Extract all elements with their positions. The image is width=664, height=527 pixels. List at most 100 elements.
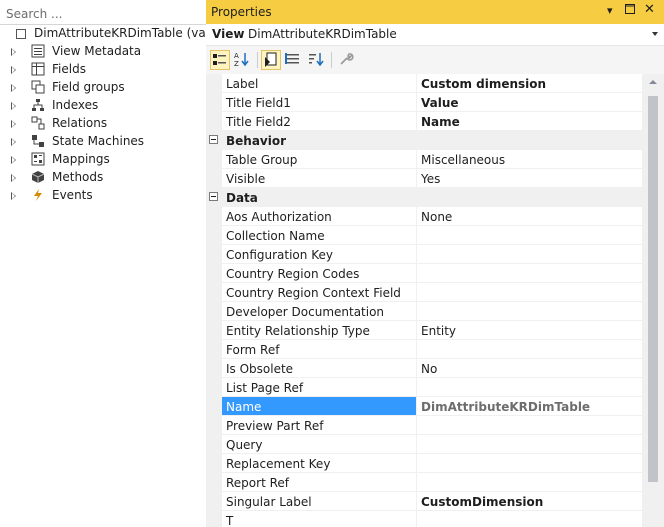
tree-node-indexes[interactable]: Indexes: [0, 96, 206, 114]
expand-arrow-icon[interactable]: [11, 120, 16, 128]
property-value-cell[interactable]: Value: [417, 93, 642, 112]
property-name-cell[interactable]: Aos Authorization: [222, 207, 417, 226]
expand-arrow-icon[interactable]: [11, 174, 16, 182]
property-value-cell[interactable]: DimAttributeKRDimTable: [417, 397, 642, 416]
category-behavior[interactable]: Behavior: [206, 131, 642, 150]
property-value-cell[interactable]: [417, 302, 642, 321]
property-value-cell[interactable]: Miscellaneous: [417, 150, 642, 169]
property-row-title-field2[interactable]: Title Field2 Name: [206, 112, 642, 131]
property-row-visible[interactable]: Visible Yes: [206, 169, 642, 188]
search-input[interactable]: Search ...: [0, 4, 206, 25]
property-name-cell[interactable]: Title Field2: [222, 112, 417, 131]
property-value-cell[interactable]: [417, 511, 642, 527]
property-value-cell[interactable]: Name: [417, 112, 642, 131]
property-row-developer-documentation[interactable]: Developer Documentation: [206, 302, 642, 321]
expand-arrow-icon[interactable]: [11, 156, 16, 164]
close-icon[interactable]: ✕: [644, 2, 655, 17]
property-value-cell[interactable]: Yes: [417, 169, 642, 188]
window-position-dropdown-icon[interactable]: ▾: [607, 4, 613, 17]
tree-node-field-groups[interactable]: Field groups: [0, 78, 206, 96]
tree-node-events[interactable]: Events: [0, 186, 206, 204]
property-name-cell[interactable]: Country Region Context Field: [222, 283, 417, 302]
property-row-query[interactable]: Query: [206, 435, 642, 454]
property-value-cell[interactable]: [417, 416, 642, 435]
property-row-t[interactable]: T: [206, 511, 642, 527]
tree-node-relations[interactable]: Relations: [0, 114, 206, 132]
property-value-cell[interactable]: [417, 340, 642, 359]
property-name-cell[interactable]: Visible: [222, 169, 417, 188]
property-value-cell[interactable]: [417, 435, 642, 454]
property-value-cell[interactable]: CustomDimension: [417, 492, 642, 511]
vertical-scrollbar[interactable]: [642, 74, 664, 527]
property-name-cell[interactable]: Report Ref: [222, 473, 417, 492]
property-value-cell[interactable]: [417, 473, 642, 492]
property-value-cell[interactable]: No: [417, 359, 642, 378]
property-value-cell[interactable]: Entity: [417, 321, 642, 340]
tree-node-mappings[interactable]: Mappings: [0, 150, 206, 168]
property-name-cell[interactable]: Collection Name: [222, 226, 417, 245]
collapse-icon[interactable]: [209, 192, 218, 201]
maximize-icon[interactable]: [625, 4, 635, 17]
tree-node-state-machines[interactable]: State Machines: [0, 132, 206, 150]
scrollbar-thumb[interactable]: [648, 96, 658, 482]
property-row-entity-relationship-type[interactable]: Entity Relationship Type Entity: [206, 321, 642, 340]
property-name-cell[interactable]: Country Region Codes: [222, 264, 417, 283]
property-row-configuration-key[interactable]: Configuration Key: [206, 245, 642, 264]
property-value-cell[interactable]: [417, 283, 642, 302]
sort-button[interactable]: [307, 50, 327, 70]
tree-node-view-metadata[interactable]: View Metadata: [0, 42, 206, 60]
property-name-cell[interactable]: Configuration Key: [222, 245, 417, 264]
property-row-label[interactable]: Label Custom dimension: [206, 74, 642, 93]
property-value-cell[interactable]: None: [417, 207, 642, 226]
tree-root-node[interactable]: DimAttributeKRDimTable (var) [R: [0, 24, 206, 42]
property-value-cell[interactable]: [417, 245, 642, 264]
expand-arrow-icon[interactable]: [11, 102, 16, 110]
property-row-list-page-ref[interactable]: List Page Ref: [206, 378, 642, 397]
property-row-singular-label[interactable]: Singular Label CustomDimension: [206, 492, 642, 511]
property-row-form-ref[interactable]: Form Ref: [206, 340, 642, 359]
property-name-cell[interactable]: Form Ref: [222, 340, 417, 359]
property-value-cell[interactable]: [417, 454, 642, 473]
events-view-button[interactable]: [284, 50, 304, 70]
expand-arrow-icon[interactable]: [11, 138, 16, 146]
property-name-cell[interactable]: Name: [222, 397, 417, 416]
expand-arrow-icon[interactable]: [11, 84, 16, 92]
tree-node-methods[interactable]: Methods: [0, 168, 206, 186]
category-data[interactable]: Data: [206, 188, 642, 207]
property-value-cell[interactable]: [417, 378, 642, 397]
property-row-aos-authorization[interactable]: Aos Authorization None: [206, 207, 642, 226]
property-row-table-group[interactable]: Table Group Miscellaneous: [206, 150, 642, 169]
property-name-cell[interactable]: Query: [222, 435, 417, 454]
property-row-country-region-codes[interactable]: Country Region Codes: [206, 264, 642, 283]
object-selector[interactable]: View DimAttributeKRDimTable: [206, 24, 664, 46]
property-row-report-ref[interactable]: Report Ref: [206, 473, 642, 492]
scroll-up-arrow-icon[interactable]: [649, 80, 657, 84]
property-name-cell[interactable]: Singular Label: [222, 492, 417, 511]
property-row-collection-name[interactable]: Collection Name: [206, 226, 642, 245]
property-row-country-region-context-field[interactable]: Country Region Context Field: [206, 283, 642, 302]
property-name-cell[interactable]: Table Group: [222, 150, 417, 169]
property-name-cell[interactable]: List Page Ref: [222, 378, 417, 397]
property-name-cell[interactable]: Replacement Key: [222, 454, 417, 473]
expand-arrow-icon[interactable]: [11, 66, 16, 74]
property-value-cell[interactable]: [417, 226, 642, 245]
property-row-name[interactable]: Name DimAttributeKRDimTable: [206, 397, 642, 416]
expand-arrow-icon[interactable]: [11, 192, 16, 200]
property-pages-button[interactable]: [337, 50, 357, 70]
collapse-icon[interactable]: [209, 135, 218, 144]
property-value-cell[interactable]: Custom dimension: [417, 74, 642, 93]
property-name-cell[interactable]: Developer Documentation: [222, 302, 417, 321]
property-name-cell[interactable]: T: [222, 511, 417, 527]
property-name-cell[interactable]: Title Field1: [222, 93, 417, 112]
property-name-cell[interactable]: Preview Part Ref: [222, 416, 417, 435]
properties-button[interactable]: [261, 50, 281, 70]
property-row-preview-part-ref[interactable]: Preview Part Ref: [206, 416, 642, 435]
property-name-cell[interactable]: Entity Relationship Type: [222, 321, 417, 340]
chevron-down-icon[interactable]: [652, 32, 658, 36]
expand-arrow-icon[interactable]: [11, 48, 16, 56]
categorized-view-button[interactable]: [210, 50, 230, 70]
tree-node-fields[interactable]: Fields: [0, 60, 206, 78]
alphabetical-view-button[interactable]: A Z: [233, 50, 253, 70]
property-name-cell[interactable]: Label: [222, 74, 417, 93]
property-name-cell[interactable]: Is Obsolete: [222, 359, 417, 378]
